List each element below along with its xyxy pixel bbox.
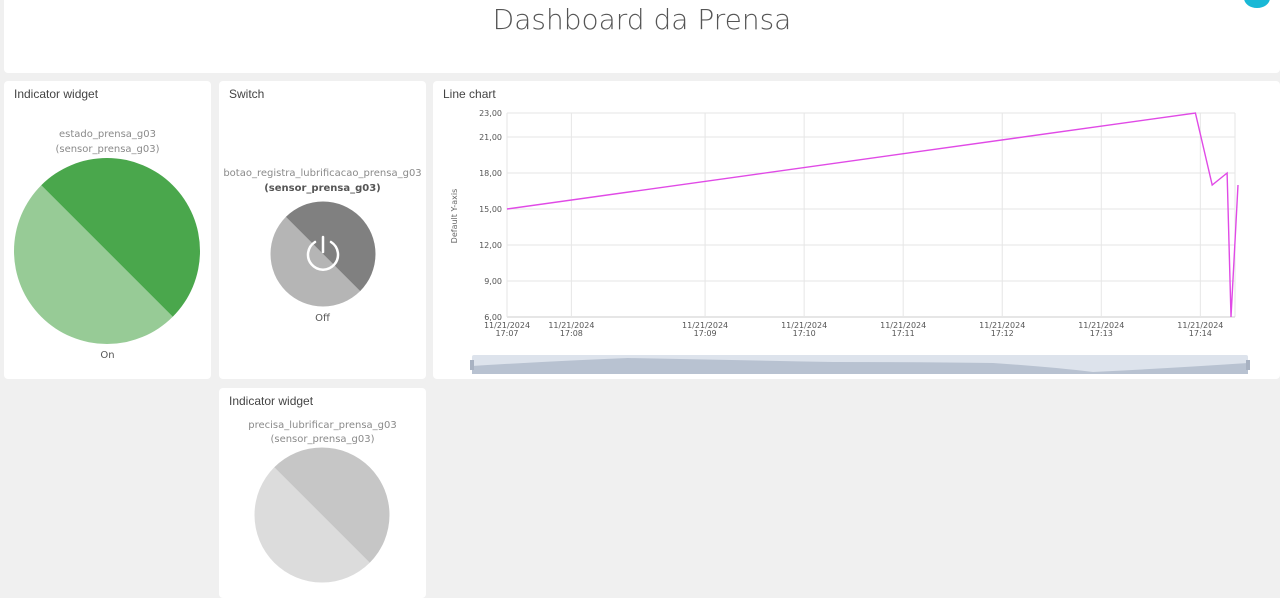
indicator-key: precisa_lubrificar_prensa_g03 (248, 420, 397, 431)
indicator-device: (sensor_prensa_g03) (55, 144, 160, 155)
indicator-widget-estado: Indicator widget estado_prensa_g03 (sens… (4, 81, 211, 379)
switch-state: Off (315, 313, 330, 324)
indicator-lamp (14, 158, 200, 344)
x-tick-label: 17:07 (495, 329, 518, 338)
indicator-widget-precisa: Indicator widget precisa_lubrificar_pren… (219, 388, 426, 598)
x-tick-label: 17:12 (991, 329, 1014, 338)
y-tick-label: 23,00 (479, 109, 502, 118)
x-tick-label: 17:09 (694, 329, 717, 338)
y-axis-label: Default Y-axis (450, 189, 459, 244)
line-chart[interactable]: 6,009,0012,0015,0018,0021,0023,00 11/21/… (433, 81, 1280, 379)
indicator-state: On (100, 350, 115, 361)
widget-title: Indicator widget (14, 87, 99, 101)
page-title: Dashboard da Prensa (492, 3, 792, 36)
switch-device: (sensor_prensa_g03) (264, 183, 381, 194)
x-tick-label: 17:10 (793, 329, 816, 338)
x-tick-label: 17:13 (1090, 329, 1113, 338)
line-chart-widget: Line chart 6,00 9,00 12,00 15,00 18,00 21,00 2… (433, 81, 1280, 379)
switch-key: botao_registra_lubrificacao_prensa_g03 (223, 168, 422, 179)
series-line (506, 112, 1239, 318)
widget-title: Switch (229, 87, 265, 101)
switch-widget: Switch botao_registra_lubrificacao_prens… (219, 81, 426, 379)
range-handle-left[interactable] (470, 360, 474, 370)
x-tick-label: 17:08 (560, 329, 583, 338)
power-toggle-button[interactable] (270, 201, 376, 307)
range-handle-right[interactable] (1246, 360, 1250, 370)
y-tick-label: 9,00 (484, 277, 502, 286)
y-tick-label: 21,00 (479, 133, 502, 142)
x-tick-label: 17:11 (892, 329, 915, 338)
widget-title: Indicator widget (229, 394, 314, 408)
y-tick-label: 18,00 (479, 169, 502, 178)
indicator-key: estado_prensa_g03 (58, 129, 157, 140)
dashboard-header: Dashboard da Prensa (4, 0, 1280, 73)
indicator-lamp (254, 447, 390, 583)
range-navigator[interactable] (470, 355, 1250, 374)
indicator-device: (sensor_prensa_g03) (270, 434, 375, 445)
y-tick-label: 12,00 (479, 241, 502, 250)
y-tick-label: 15,00 (479, 205, 502, 214)
x-tick-label: 17:14 (1189, 329, 1212, 338)
